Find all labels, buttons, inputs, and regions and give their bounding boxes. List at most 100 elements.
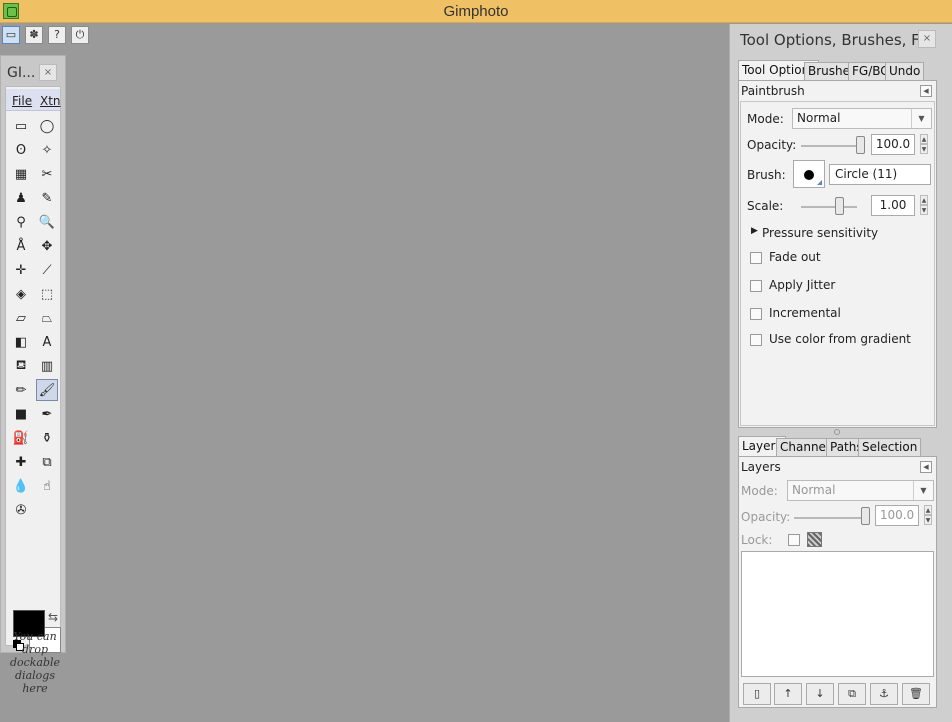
power-icon[interactable]: ⏻ [71,26,89,44]
rotate-icon[interactable]: ◈ [10,283,32,305]
scale-icon[interactable]: ⬚ [36,283,58,305]
perspective-icon[interactable]: ⏢ [36,307,58,329]
layer-list[interactable] [741,551,934,677]
close-icon[interactable]: × [918,30,936,48]
ink-icon[interactable]: ⛽ [10,427,32,449]
eraser-icon[interactable]: ■ [10,403,32,425]
mode-select[interactable]: Normal ▼ [792,108,932,129]
layer-mode-select[interactable]: Normal ▼ [787,480,934,501]
lock-alpha-icon[interactable] [807,532,822,547]
duplicate-layer-icon[interactable]: ⧉ [838,683,866,705]
layer-opacity-spin[interactable]: ▲ ▼ [924,505,932,526]
magic-wand-icon[interactable]: ✧ [36,139,58,161]
zoom-icon[interactable]: 🔍 [36,211,58,233]
close-icon[interactable]: × [39,64,57,81]
text-icon[interactable]: A [36,331,58,353]
blur-icon[interactable]: 💧 [10,475,32,497]
tool-options-panel: Paintbrush ◀ Mode: Normal ▼ Opacity: 100… [738,80,937,428]
apply-jitter-checkbox[interactable] [750,280,762,292]
blend-icon[interactable]: ▥ [36,355,58,377]
opacity-label: Opacity: [747,138,797,152]
crop-icon[interactable]: ⟋ [36,259,58,281]
swap-colors-icon[interactable]: ⇆ [48,610,58,624]
brush-corner-icon [817,180,822,185]
scissors-icon[interactable]: ✂ [36,163,58,185]
lower-layer-icon[interactable]: ↓ [806,683,834,705]
toolbox-body: File Xtn ▭ ◯ ʘ ✧ ▦ ✂ ♟ ✎ ⚲ 🔍 Å ✥ ✛ ⟋ ◈ ⬚ ▱ ⏢ ◧ A ⛾ ▥ ✏ 🖌 ■ ✒ ⛽ ⚱ ✚ ⧉ 💧… [5,86,61,653]
scale-spin[interactable]: ▲ ▼ [920,195,928,216]
layers-header: Layers [741,460,781,474]
scale-slider-handle[interactable] [835,197,844,215]
drop-hint-line: You can [13,630,57,643]
use-gradient-checkbox[interactable] [750,334,762,346]
pencil-icon[interactable]: ✏ [10,379,32,401]
layer-opacity-slider-handle[interactable] [861,507,870,525]
dock-title: Tool Options, Brushes, FG... [740,31,920,49]
ellipse-select-icon[interactable]: ◯ [36,115,58,137]
flip-icon[interactable]: ◧ [10,331,32,353]
foreground-select-icon[interactable]: ♟ [10,187,32,209]
tool-options-body: Mode: Normal ▼ Opacity: 100.0 ▲ ▼ Brush: … [740,101,935,426]
clone-icon[interactable]: ⚱ [36,427,58,449]
chevron-down-icon: ▼ [911,109,931,128]
window-icon[interactable]: ▭ [2,26,20,44]
shear-icon[interactable]: ▱ [10,307,32,329]
incremental-checkbox[interactable] [750,308,762,320]
menu-xtn[interactable]: Xtn [40,94,61,108]
scale-label: Scale: [747,199,784,213]
paths-icon[interactable]: ✎ [36,187,58,209]
tab-undo[interactable]: Undo [885,62,925,80]
bucket-fill-icon[interactable]: ⛾ [10,355,32,377]
drop-hint: You can drop dockable dialogs here [5,630,65,695]
configure-tab-icon[interactable]: ◀ [920,461,932,473]
paw-icon[interactable]: ✽ [25,26,43,44]
pane-splitter-handle[interactable] [834,429,840,435]
brush-preview-button[interactable] [793,160,825,188]
drop-hint-line: dockable [9,656,61,669]
menu-file[interactable]: File [12,94,32,108]
layer-mode-value: Normal [792,483,836,497]
opacity-spin[interactable]: ▲ ▼ [920,134,928,155]
window-title: Gimphoto [443,3,509,20]
lock-pixels-checkbox[interactable] [788,534,800,546]
airbrush-icon[interactable]: ✒ [36,403,58,425]
color-picker-icon[interactable]: ⚲ [10,211,32,233]
measure-icon[interactable]: Å [10,235,32,257]
help-icon[interactable]: ? [48,26,66,44]
select-by-color-icon[interactable]: ▦ [10,163,32,185]
opacity-input[interactable]: 100.0 [871,134,915,155]
title-bar: Gimphoto [0,0,952,23]
toolbox-menubar: File Xtn [6,89,61,111]
configure-tab-icon[interactable]: ◀ [920,85,932,97]
apply-jitter-label: Apply Jitter [769,278,836,292]
new-layer-icon[interactable]: ▯ [743,683,771,705]
lasso-icon[interactable]: ʘ [10,139,32,161]
mode-value: Normal [797,111,841,125]
layer-opacity-label: Opacity: [741,510,791,524]
scale-input[interactable]: 1.00 [871,195,915,216]
dodge-burn-icon[interactable]: ✇ [10,499,32,521]
anchor-layer-icon[interactable]: ⚓ [870,683,898,705]
use-gradient-label: Use color from gradient [769,332,911,346]
paintbrush-icon[interactable]: 🖌 [36,379,58,401]
scale-slider[interactable] [801,206,857,208]
drop-hint-line: dialogs [15,669,55,682]
delete-layer-icon[interactable]: 🗑 [902,683,930,705]
tab-selection[interactable]: Selection [858,438,922,456]
perspective-clone-icon[interactable]: ⧉ [36,451,58,473]
raise-layer-icon[interactable]: ↑ [774,683,802,705]
brush-name-field[interactable]: Circle (11) [829,164,931,185]
pressure-sensitivity-expander[interactable]: Pressure sensitivity [762,226,878,240]
heal-icon[interactable]: ✚ [10,451,32,473]
move-icon[interactable]: ✥ [36,235,58,257]
right-dock: Tool Options, Brushes, FG... × Tool Opti… [729,24,952,722]
layer-opacity-slider[interactable] [794,517,868,519]
align-icon[interactable]: ✛ [10,259,32,281]
fade-out-checkbox[interactable] [750,252,762,264]
rect-select-icon[interactable]: ▭ [10,115,32,137]
layer-opacity-input[interactable]: 100.0 [875,505,919,526]
opacity-slider-handle[interactable] [856,136,865,154]
expander-arrow-icon[interactable]: ▶ [751,226,758,236]
layer-mode-label: Mode: [741,484,778,498]
smudge-icon[interactable]: ☝ [36,475,58,497]
